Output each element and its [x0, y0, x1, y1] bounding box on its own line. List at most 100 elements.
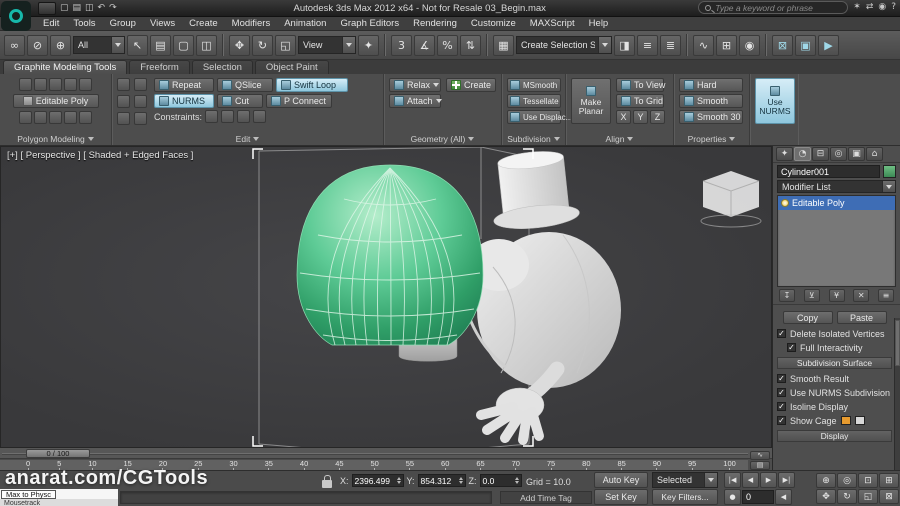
- auto-key-button[interactable]: Auto Key: [594, 472, 648, 488]
- show-cage-checkbox[interactable]: ✓ Show Cage: [777, 414, 892, 427]
- go-to-end-icon[interactable]: ▶|: [778, 472, 795, 488]
- create-tab-icon[interactable]: ✦: [776, 147, 793, 161]
- zoom-extents-icon[interactable]: ⊡: [858, 473, 878, 488]
- panel-label-properties[interactable]: Properties: [674, 134, 749, 144]
- align-z-button[interactable]: Z: [650, 110, 665, 124]
- polygon-mode-icon[interactable]: [64, 78, 77, 91]
- set-key-button[interactable]: Set Key: [594, 489, 648, 505]
- communication-icon[interactable]: ◉: [878, 1, 886, 14]
- pin-stack-icon[interactable]: [19, 111, 32, 124]
- copy-button[interactable]: Copy: [782, 311, 833, 324]
- mirror-icon[interactable]: ◨: [614, 34, 635, 56]
- use-center-icon[interactable]: ✦: [358, 34, 379, 56]
- selection-region-icon[interactable]: ▢: [173, 34, 194, 56]
- stack-item-editable-poly[interactable]: Editable Poly: [778, 196, 895, 210]
- menu-customize[interactable]: Customize: [464, 18, 523, 29]
- render-production-icon[interactable]: ▶: [818, 34, 839, 56]
- menu-group[interactable]: Group: [103, 18, 143, 29]
- material-editor-icon[interactable]: ◉: [739, 34, 760, 56]
- x-spinner[interactable]: [396, 477, 401, 484]
- select-and-link-icon[interactable]: ∞: [4, 34, 25, 56]
- align-x-button[interactable]: X: [616, 110, 631, 124]
- selection-filter-arrow-icon[interactable]: [111, 37, 124, 53]
- reference-coordinate-dropdown[interactable]: View: [298, 36, 356, 54]
- perspective-viewport[interactable]: [+] [ Perspective ] [ Shaded + Edged Fac…: [0, 146, 772, 448]
- smooth-30-button[interactable]: Smooth 30: [679, 110, 743, 124]
- open-file-icon[interactable]: ▤: [73, 2, 82, 15]
- select-and-rotate-icon[interactable]: ↻: [252, 34, 273, 56]
- edit-tool-icon[interactable]: [134, 95, 147, 108]
- motion-tab-icon[interactable]: ◎: [830, 147, 847, 161]
- key-mode-toggle-icon[interactable]: ●: [724, 489, 741, 505]
- smooth-result-checkbox[interactable]: ✓ Smooth Result: [777, 372, 892, 385]
- selected-mesh[interactable]: [296, 164, 484, 346]
- zoom-all-icon[interactable]: ◎: [837, 473, 857, 488]
- menu-modifiers[interactable]: Modifiers: [225, 18, 278, 29]
- pin-stack-icon[interactable]: ↧: [779, 289, 795, 302]
- selected-arrow-icon[interactable]: [704, 473, 717, 487]
- tab-graphite-modeling-tools[interactable]: Graphite Modeling Tools: [3, 60, 128, 74]
- curve-editor-icon[interactable]: ∿: [693, 34, 714, 56]
- use-nurms-button[interactable]: Use NURMS: [755, 78, 795, 124]
- constraint-edge-icon[interactable]: [221, 110, 235, 123]
- utilities-tab-icon[interactable]: ⌂: [866, 147, 883, 161]
- modifier-list-dropdown[interactable]: Modifier List: [777, 180, 896, 193]
- show-end-result-icon[interactable]: ⊻: [803, 289, 820, 302]
- selection-set-dropdown[interactable]: Create Selection Set: [516, 36, 612, 54]
- tweak-icon[interactable]: [134, 78, 147, 91]
- modifier-on-off-icon[interactable]: [781, 199, 789, 207]
- smooth-button[interactable]: Smooth: [679, 94, 743, 108]
- selection-lock-icon[interactable]: [322, 475, 332, 488]
- menu-create[interactable]: Create: [182, 18, 225, 29]
- panel-label-subdivision[interactable]: Subdivision: [502, 134, 565, 144]
- redo-icon[interactable]: ↷: [109, 2, 117, 15]
- edit-tool-icon[interactable]: [117, 95, 130, 108]
- spinner-snap-icon[interactable]: ⇅: [460, 34, 481, 56]
- edge-mode-icon[interactable]: [34, 78, 47, 91]
- search-input[interactable]: Type a keyword or phrase: [698, 1, 849, 14]
- previous-frame-icon[interactable]: ◀: [742, 472, 759, 488]
- menu-maxscript[interactable]: MAXScript: [523, 18, 582, 29]
- repeat-button[interactable]: Repeat: [154, 78, 214, 92]
- schematic-view-icon[interactable]: ⊞: [716, 34, 737, 56]
- make-planar-button[interactable]: Make Planar: [571, 78, 611, 124]
- z-spinner[interactable]: [514, 477, 519, 484]
- viewport-label[interactable]: [+] [ Perspective ] [ Shaded + Edged Fac…: [7, 150, 193, 161]
- listener-line-1[interactable]: Max to Physc: [0, 489, 118, 499]
- pan-view-icon[interactable]: ✥: [816, 489, 836, 504]
- play-animation-icon[interactable]: ▶: [760, 472, 777, 488]
- vertex-mode-icon[interactable]: [19, 78, 32, 91]
- remove-modifier-icon[interactable]: ✕: [853, 289, 870, 302]
- select-and-move-icon[interactable]: ✥: [229, 34, 250, 56]
- panel-label-polygon-modeling[interactable]: Polygon Modeling: [0, 134, 111, 144]
- snaps-toggle-icon[interactable]: 3: [391, 34, 412, 56]
- edit-tool-icon[interactable]: [117, 112, 130, 125]
- z-coordinate-field[interactable]: 0.0: [479, 474, 522, 487]
- make-unique-icon[interactable]: ¥: [828, 289, 845, 302]
- to-grid-button[interactable]: To Grid: [616, 94, 664, 108]
- angle-snap-icon[interactable]: ∡: [414, 34, 435, 56]
- new-file-icon[interactable]: ▢: [60, 2, 69, 15]
- scrollbar-thumb[interactable]: [895, 320, 900, 366]
- create-button[interactable]: Create: [446, 78, 497, 92]
- time-slider-track[interactable]: [2, 453, 748, 454]
- field-of-view-icon[interactable]: ◱: [858, 489, 878, 504]
- align-icon[interactable]: ≡: [637, 34, 658, 56]
- next-frame-icon[interactable]: ◀: [775, 489, 792, 505]
- panel-label-align[interactable]: Align: [566, 134, 673, 144]
- orbit-icon[interactable]: ↻: [837, 489, 857, 504]
- relax-button[interactable]: Relax: [389, 78, 441, 92]
- selection-filter-dropdown[interactable]: All: [73, 36, 125, 54]
- window-crossing-icon[interactable]: ◫: [196, 34, 217, 56]
- save-file-icon[interactable]: ◫: [85, 2, 94, 15]
- rendered-frame-window-icon[interactable]: ▣: [795, 34, 816, 56]
- tab-object-paint[interactable]: Object Paint: [254, 60, 329, 74]
- nurms-button[interactable]: NURMS: [154, 94, 214, 108]
- align-y-button[interactable]: Y: [633, 110, 648, 124]
- application-menu-button[interactable]: [38, 1, 56, 15]
- element-mode-icon[interactable]: [79, 78, 92, 91]
- zoom-region-icon[interactable]: ⊞: [879, 473, 899, 488]
- add-time-tag-field[interactable]: Add Time Tag: [500, 491, 592, 504]
- key-filters-button[interactable]: Key Filters...: [652, 489, 718, 505]
- percent-snap-icon[interactable]: %: [437, 34, 458, 56]
